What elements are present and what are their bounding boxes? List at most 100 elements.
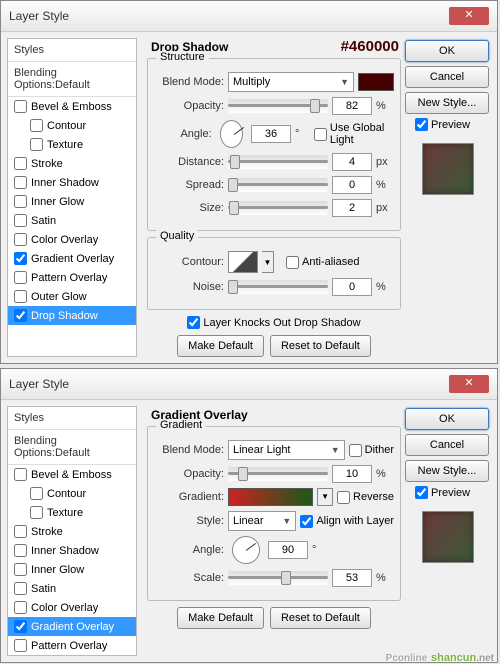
gradient-picker[interactable] <box>228 488 313 506</box>
style-item[interactable]: Satin <box>8 579 136 598</box>
preview-swatch <box>422 143 474 195</box>
blending-options-header[interactable]: Blending Options:Default <box>8 62 136 97</box>
noise-slider[interactable] <box>228 280 328 294</box>
angle-input[interactable] <box>251 125 291 143</box>
distance-slider[interactable] <box>228 155 328 169</box>
antialiased-checkbox[interactable]: Anti-aliased <box>286 256 359 269</box>
opacity-slider[interactable] <box>228 99 328 113</box>
spread-slider[interactable] <box>228 178 328 192</box>
preview-checkbox[interactable]: Preview <box>405 486 491 499</box>
blending-options-header[interactable]: Blending Options:Default <box>8 430 136 465</box>
style-item-label: Bevel & Emboss <box>31 469 112 481</box>
style-item[interactable]: Bevel & Emboss <box>8 97 136 116</box>
styles-header[interactable]: Styles <box>8 407 136 430</box>
reset-default-button[interactable]: Reset to Default <box>270 607 371 629</box>
size-slider[interactable] <box>228 201 328 215</box>
style-item-checkbox[interactable] <box>14 214 27 227</box>
style-item[interactable]: Inner Shadow <box>8 173 136 192</box>
style-select[interactable]: Linear▼ <box>228 511 296 531</box>
style-item[interactable]: Texture <box>8 503 136 522</box>
style-item-checkbox[interactable] <box>30 138 43 151</box>
style-item-checkbox[interactable] <box>14 157 27 170</box>
style-item-checkbox[interactable] <box>14 620 27 633</box>
blend-mode-select[interactable]: Multiply▼ <box>228 72 354 92</box>
make-default-button[interactable]: Make Default <box>177 335 264 357</box>
style-item[interactable]: Drop Shadow <box>8 306 136 325</box>
spread-input[interactable] <box>332 176 372 194</box>
style-item-checkbox[interactable] <box>30 119 43 132</box>
style-item-checkbox[interactable] <box>14 309 27 322</box>
titlebar[interactable]: Layer Style ✕ <box>1 369 497 400</box>
gradient-dropdown-arrow[interactable]: ▼ <box>317 488 333 506</box>
close-button[interactable]: ✕ <box>449 375 489 393</box>
style-item-checkbox[interactable] <box>14 100 27 113</box>
reverse-checkbox[interactable]: Reverse <box>337 491 394 504</box>
style-item[interactable]: Bevel & Emboss <box>8 465 136 484</box>
new-style-button[interactable]: New Style... <box>405 92 489 114</box>
style-item-checkbox[interactable] <box>14 544 27 557</box>
angle-dial[interactable] <box>232 536 260 564</box>
style-item-checkbox[interactable] <box>30 487 43 500</box>
layer-style-dialog-1: Layer Style ✕ Styles Blending Options:De… <box>0 0 498 364</box>
chevron-down-icon: ▼ <box>282 516 291 526</box>
style-item-label: Color Overlay <box>31 234 98 246</box>
scale-input[interactable] <box>332 569 372 587</box>
style-item[interactable]: Gradient Overlay <box>8 617 136 636</box>
preview-checkbox[interactable]: Preview <box>405 118 491 131</box>
global-light-checkbox[interactable]: Use Global Light <box>314 122 394 146</box>
shadow-color-swatch[interactable] <box>358 73 394 91</box>
angle-dial[interactable] <box>220 120 243 148</box>
style-item-checkbox[interactable] <box>30 506 43 519</box>
style-item[interactable]: Satin <box>8 211 136 230</box>
style-item-checkbox[interactable] <box>14 563 27 576</box>
style-item[interactable]: Inner Shadow <box>8 541 136 560</box>
align-layer-checkbox[interactable]: Align with Layer <box>300 515 394 528</box>
contour-dropdown-arrow[interactable]: ▼ <box>262 251 274 273</box>
noise-input[interactable] <box>332 278 372 296</box>
style-item[interactable]: Outer Glow <box>8 287 136 306</box>
scale-slider[interactable] <box>228 571 328 585</box>
style-item[interactable]: Color Overlay <box>8 598 136 617</box>
cancel-button[interactable]: Cancel <box>405 66 489 88</box>
make-default-button[interactable]: Make Default <box>177 607 264 629</box>
new-style-button[interactable]: New Style... <box>405 460 489 482</box>
distance-input[interactable] <box>332 153 372 171</box>
style-item-checkbox[interactable] <box>14 582 27 595</box>
style-item[interactable]: Gradient Overlay <box>8 249 136 268</box>
style-item-checkbox[interactable] <box>14 525 27 538</box>
ok-button[interactable]: OK <box>405 40 489 62</box>
style-item[interactable]: Inner Glow <box>8 192 136 211</box>
reset-default-button[interactable]: Reset to Default <box>270 335 371 357</box>
styles-header[interactable]: Styles <box>8 39 136 62</box>
angle-input[interactable] <box>268 541 308 559</box>
titlebar[interactable]: Layer Style ✕ <box>1 1 497 32</box>
ok-button[interactable]: OK <box>405 408 489 430</box>
style-item[interactable]: Stroke <box>8 154 136 173</box>
style-item-checkbox[interactable] <box>14 233 27 246</box>
style-item-checkbox[interactable] <box>14 290 27 303</box>
opacity-slider[interactable] <box>228 467 328 481</box>
style-item-checkbox[interactable] <box>14 468 27 481</box>
style-item[interactable]: Contour <box>8 484 136 503</box>
blend-mode-select[interactable]: Linear Light▼ <box>228 440 345 460</box>
style-item[interactable]: Texture <box>8 135 136 154</box>
style-item[interactable]: Color Overlay <box>8 230 136 249</box>
style-item[interactable]: Stroke <box>8 522 136 541</box>
style-item[interactable]: Pattern Overlay <box>8 268 136 287</box>
cancel-button[interactable]: Cancel <box>405 434 489 456</box>
structure-label: Structure <box>156 51 209 63</box>
knocks-out-checkbox[interactable]: Layer Knocks Out Drop Shadow <box>187 316 360 329</box>
style-item-checkbox[interactable] <box>14 601 27 614</box>
style-item-checkbox[interactable] <box>14 195 27 208</box>
style-item[interactable]: Inner Glow <box>8 560 136 579</box>
opacity-input[interactable] <box>332 465 372 483</box>
style-item[interactable]: Contour <box>8 116 136 135</box>
style-item-checkbox[interactable] <box>14 176 27 189</box>
contour-picker[interactable] <box>228 251 258 273</box>
style-item-checkbox[interactable] <box>14 271 27 284</box>
size-input[interactable] <box>332 199 372 217</box>
dither-checkbox[interactable]: Dither <box>349 444 394 457</box>
opacity-input[interactable] <box>332 97 372 115</box>
style-item-checkbox[interactable] <box>14 252 27 265</box>
close-button[interactable]: ✕ <box>449 7 489 25</box>
